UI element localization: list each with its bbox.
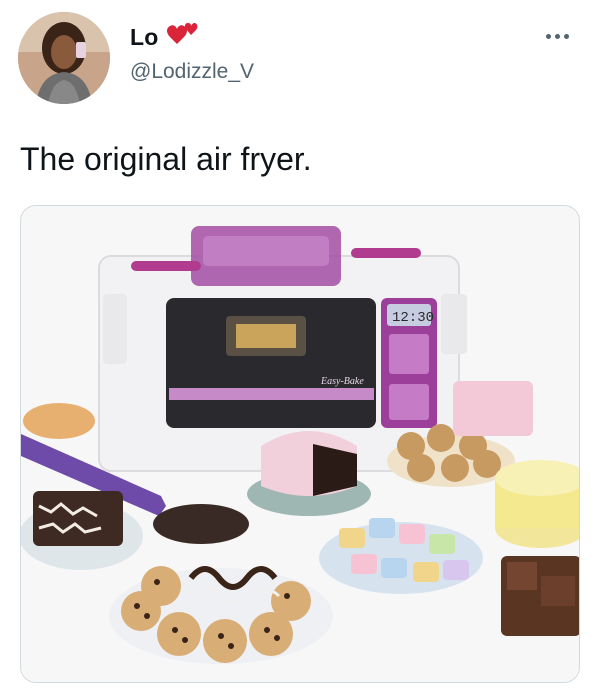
tweet-text: The original air fryer.: [20, 141, 312, 177]
display-name-text: Lo: [130, 24, 159, 50]
more-options-button[interactable]: [537, 22, 577, 50]
display-name[interactable]: Lo: [130, 22, 199, 51]
handle[interactable]: @Lodizzle_V: [130, 60, 254, 84]
oven-clock: 12:30: [392, 310, 434, 326]
more-icon-dot: [563, 33, 569, 39]
heart-icon: [166, 22, 197, 44]
avatar[interactable]: [18, 12, 110, 104]
tweet-header: Lo @Lodizzle_V: [0, 0, 599, 120]
more-icon: [545, 33, 551, 39]
tweet-media-image[interactable]: Easy-Bake 12:30: [20, 205, 580, 683]
oven-brand-label: Easy-Bake: [320, 376, 364, 387]
more-icon-dot: [554, 33, 560, 39]
easy-bake-oven-photo: Easy-Bake 12:30: [21, 206, 579, 682]
